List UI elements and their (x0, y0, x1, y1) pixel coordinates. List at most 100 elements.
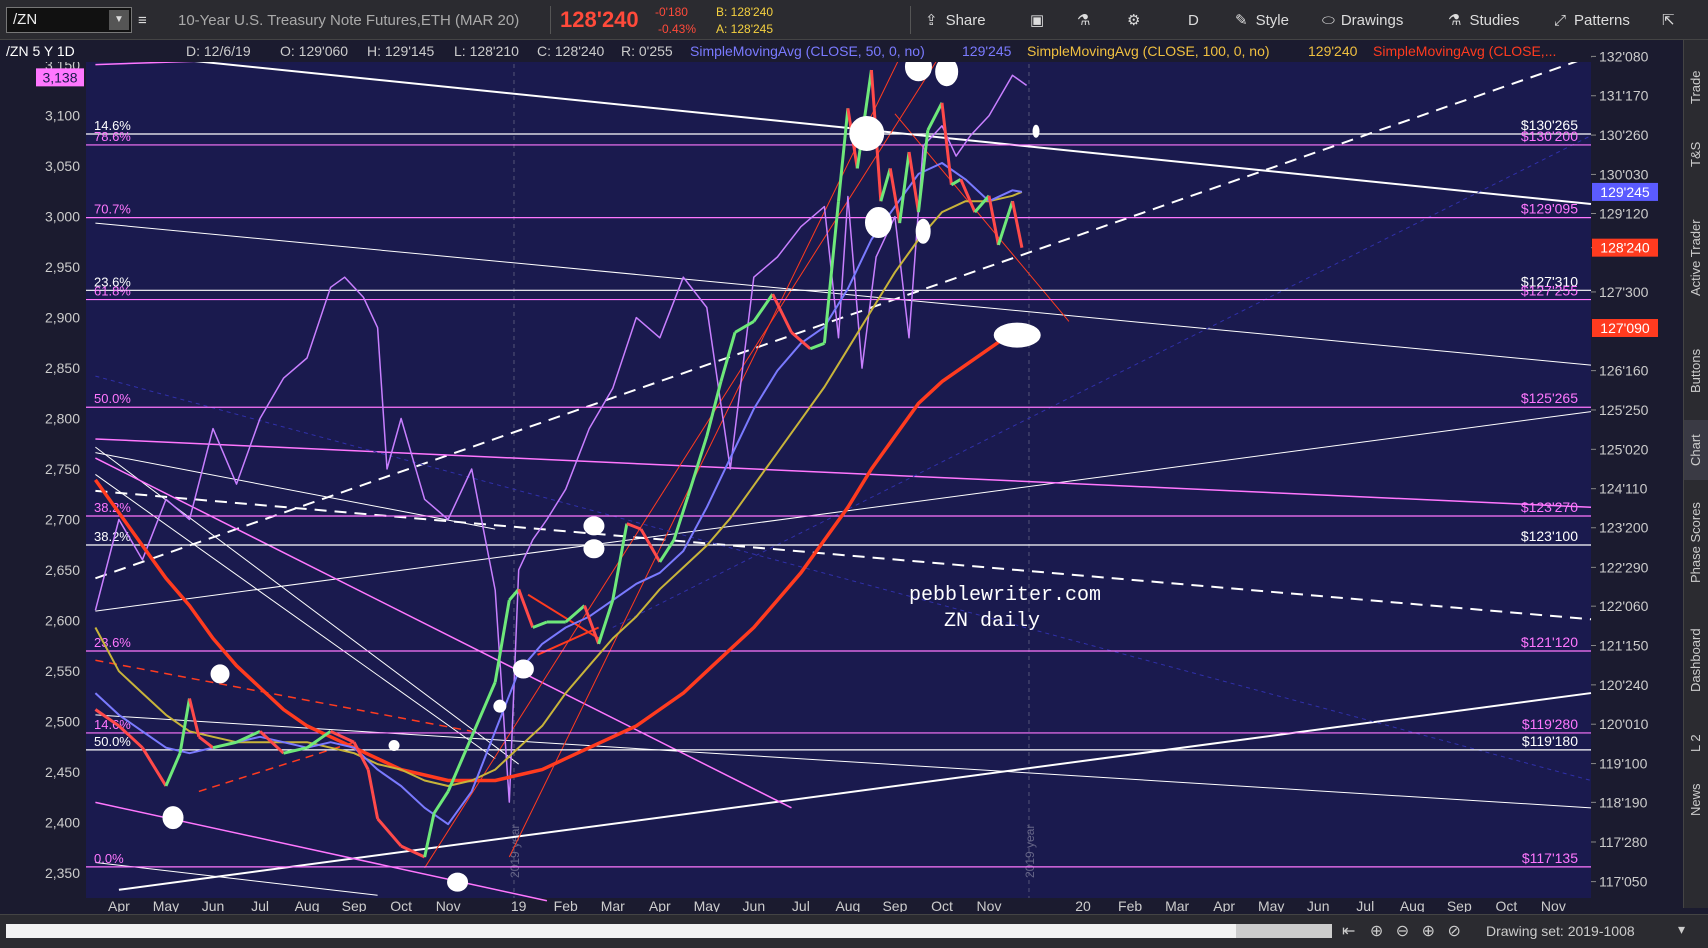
right-axis-tick-label: 119'100 (1599, 756, 1648, 772)
side-tab-l2[interactable]: L 2 (1684, 718, 1708, 768)
fib-level-price: $125'265 (1521, 390, 1578, 406)
side-tab-active-trader[interactable]: Active Trader (1684, 190, 1708, 325)
time-axis-tick-label: Aug (1400, 898, 1425, 912)
left-axis-tick-label: 2,600 (45, 612, 80, 628)
side-tab-buttons[interactable]: Buttons (1684, 328, 1708, 413)
zoom-in-icon[interactable]: ⊕ (1422, 923, 1435, 940)
side-tab-chart[interactable]: Chart (1684, 420, 1708, 480)
sma200-legend[interactable]: SimpleMovingAvg (CLOSE,... (1373, 43, 1556, 59)
left-axis-tick-label: 2,450 (45, 764, 80, 780)
left-axis-tick-label: 2,500 (45, 713, 80, 729)
header-high: H: 129'145 (367, 43, 434, 59)
drawing-marker (583, 539, 605, 559)
left-axis-tick-label: 2,800 (45, 411, 80, 427)
sma100-legend[interactable]: SimpleMovingAvg (CLOSE, 100, 0, no) (1027, 43, 1270, 59)
time-axis-tick-label: Aug (835, 898, 860, 912)
right-axis-tick-label: 130'260 (1599, 127, 1649, 143)
style-button[interactable]: ✎ Style (1235, 0, 1289, 40)
fib-level-price: $119'280 (1522, 716, 1578, 732)
compare-icon[interactable]: ▣ (1030, 0, 1044, 40)
time-axis-tick-label: Apr (108, 898, 130, 912)
right-axis-tick-label: 130'030 (1599, 166, 1649, 182)
time-axis-tick-label: Feb (1118, 898, 1142, 912)
zoom-controls[interactable]: ⇤ ⊕ ⊖ ⊕ ⊘ (1342, 921, 1461, 941)
fib-level-percent: 78.6% (94, 129, 131, 144)
right-axis-tick-label: 131'170 (1599, 88, 1649, 104)
right-axis-tick-label: 125'020 (1599, 441, 1649, 457)
drawing-marker (210, 664, 230, 684)
annotation-label: ZN daily (944, 610, 1040, 633)
zoom-reset-icon[interactable]: ⊘ (1447, 923, 1460, 940)
chevron-down-icon[interactable]: ▼ (109, 10, 129, 30)
time-axis-tick-label: Jun (202, 898, 225, 912)
ask-price: A: 128'245 (716, 21, 774, 36)
left-axis-tick-label: 2,550 (45, 663, 80, 679)
zoom-out-icon[interactable]: ⊖ (1396, 923, 1409, 940)
flask-study-icon: ⚗ (1448, 12, 1462, 29)
right-axis-tick-label: 122'290 (1599, 559, 1649, 575)
bottom-bar: ⇤ ⊕ ⊖ ⊕ ⊘ Drawing set: 2019-1008 ▾ (0, 914, 1708, 948)
left-axis-tick-label: 2,350 (45, 865, 80, 881)
header-range: R: 0'255 (621, 43, 673, 59)
right-axis-tick-label: 132'080 (1599, 48, 1649, 64)
right-axis-tick-label: 117'050 (1599, 874, 1648, 890)
symbol-input[interactable]: /ZN ▼ (6, 7, 132, 33)
chevron-down-icon[interactable]: ▾ (1678, 921, 1685, 938)
header-low: L: 128'210 (454, 43, 519, 59)
left-axis-tick-label: 2,650 (45, 562, 80, 578)
side-tab-news[interactable]: News (1684, 770, 1708, 830)
header-close: C: 128'240 (537, 43, 604, 59)
right-axis-price-tag-label: 127'090 (1600, 320, 1650, 336)
time-axis-tick-label: Sep (342, 898, 367, 912)
studies-button[interactable]: ⚗ Studies (1448, 0, 1520, 40)
last-price: 128'240 (560, 7, 639, 32)
horizontal-scrollbar[interactable] (6, 924, 1332, 938)
side-tab-trade[interactable]: Trade (1684, 52, 1708, 122)
header-symbol: /ZN 5 Y 1D (6, 43, 75, 59)
left-axis-tick-label: 2,850 (45, 360, 80, 376)
header-open: O: 129'060 (280, 43, 348, 59)
toolbar: /ZN ▼ ≡ 10-Year U.S. Treasury Note Futur… (0, 0, 1708, 40)
right-axis-tick-label: 118'190 (1599, 794, 1648, 810)
drawings-button[interactable]: ⬭ Drawings (1322, 0, 1403, 40)
side-tab-ts[interactable]: T&S (1684, 124, 1708, 184)
sma50-legend-value: 129'245 (962, 43, 1012, 59)
scrollbar-thumb[interactable] (1236, 924, 1332, 938)
share-button[interactable]: ⇪ Share (925, 0, 986, 40)
time-axis-tick-label: Apr (1213, 898, 1235, 912)
share-label: Share (945, 11, 986, 29)
studies-label: Studies (1469, 11, 1520, 29)
patterns-button[interactable]: ⤢ Patterns (1554, 0, 1630, 40)
gear-icon[interactable]: ≡ (138, 0, 147, 40)
drawing-set[interactable]: Drawing set: 2019-1008 (1486, 923, 1635, 939)
flask-icon[interactable]: ⚗ (1077, 0, 1090, 40)
crosshair-icon[interactable]: ⊕ (1370, 923, 1383, 940)
price-chart[interactable]: 2019 year2019 year 88.6%$132'10014.6%$13… (0, 40, 1684, 912)
time-axis-tick-label: Jun (1307, 898, 1330, 912)
time-axis-tick-label: Oct (1495, 898, 1517, 912)
symbol-text: /ZN (13, 11, 38, 28)
side-tab-phase-scores[interactable]: Phase Scores (1684, 485, 1708, 600)
drawing-marker (493, 699, 507, 713)
left-axis-tick-label: 2,900 (45, 310, 80, 326)
fib-level-price: $130'200 (1521, 128, 1578, 144)
time-axis-tick-label: Jul (1356, 898, 1374, 912)
side-tab-dashboard[interactable]: Dashboard (1684, 605, 1708, 715)
fib-level-percent: 0.0% (94, 851, 124, 866)
plot-area[interactable] (86, 40, 1591, 898)
fib-level-price: $121'120 (1521, 634, 1578, 650)
left-axis-tick-label: 3,100 (45, 108, 80, 124)
time-axis-tick-label: Mar (601, 898, 625, 912)
sma50-legend[interactable]: SimpleMovingAvg (CLOSE, 50, 0, no) (690, 43, 925, 59)
right-axis-tick-label: 120'240 (1599, 677, 1649, 693)
settings-gear-icon[interactable]: ⚙ (1127, 0, 1140, 40)
period-button[interactable]: D (1188, 0, 1199, 40)
fib-level-percent: 50.0% (94, 391, 131, 406)
left-axis-tick-label: 2,750 (45, 461, 80, 477)
expand-icon[interactable]: ⇱ (1662, 0, 1675, 40)
annotation-site: pebblewriter.com (909, 584, 1101, 607)
time-axis-tick-label: Mar (1165, 898, 1189, 912)
time-axis-tick-label: Apr (649, 898, 671, 912)
drawing-marker (1032, 124, 1040, 138)
pan-left-icon[interactable]: ⇤ (1342, 923, 1355, 940)
